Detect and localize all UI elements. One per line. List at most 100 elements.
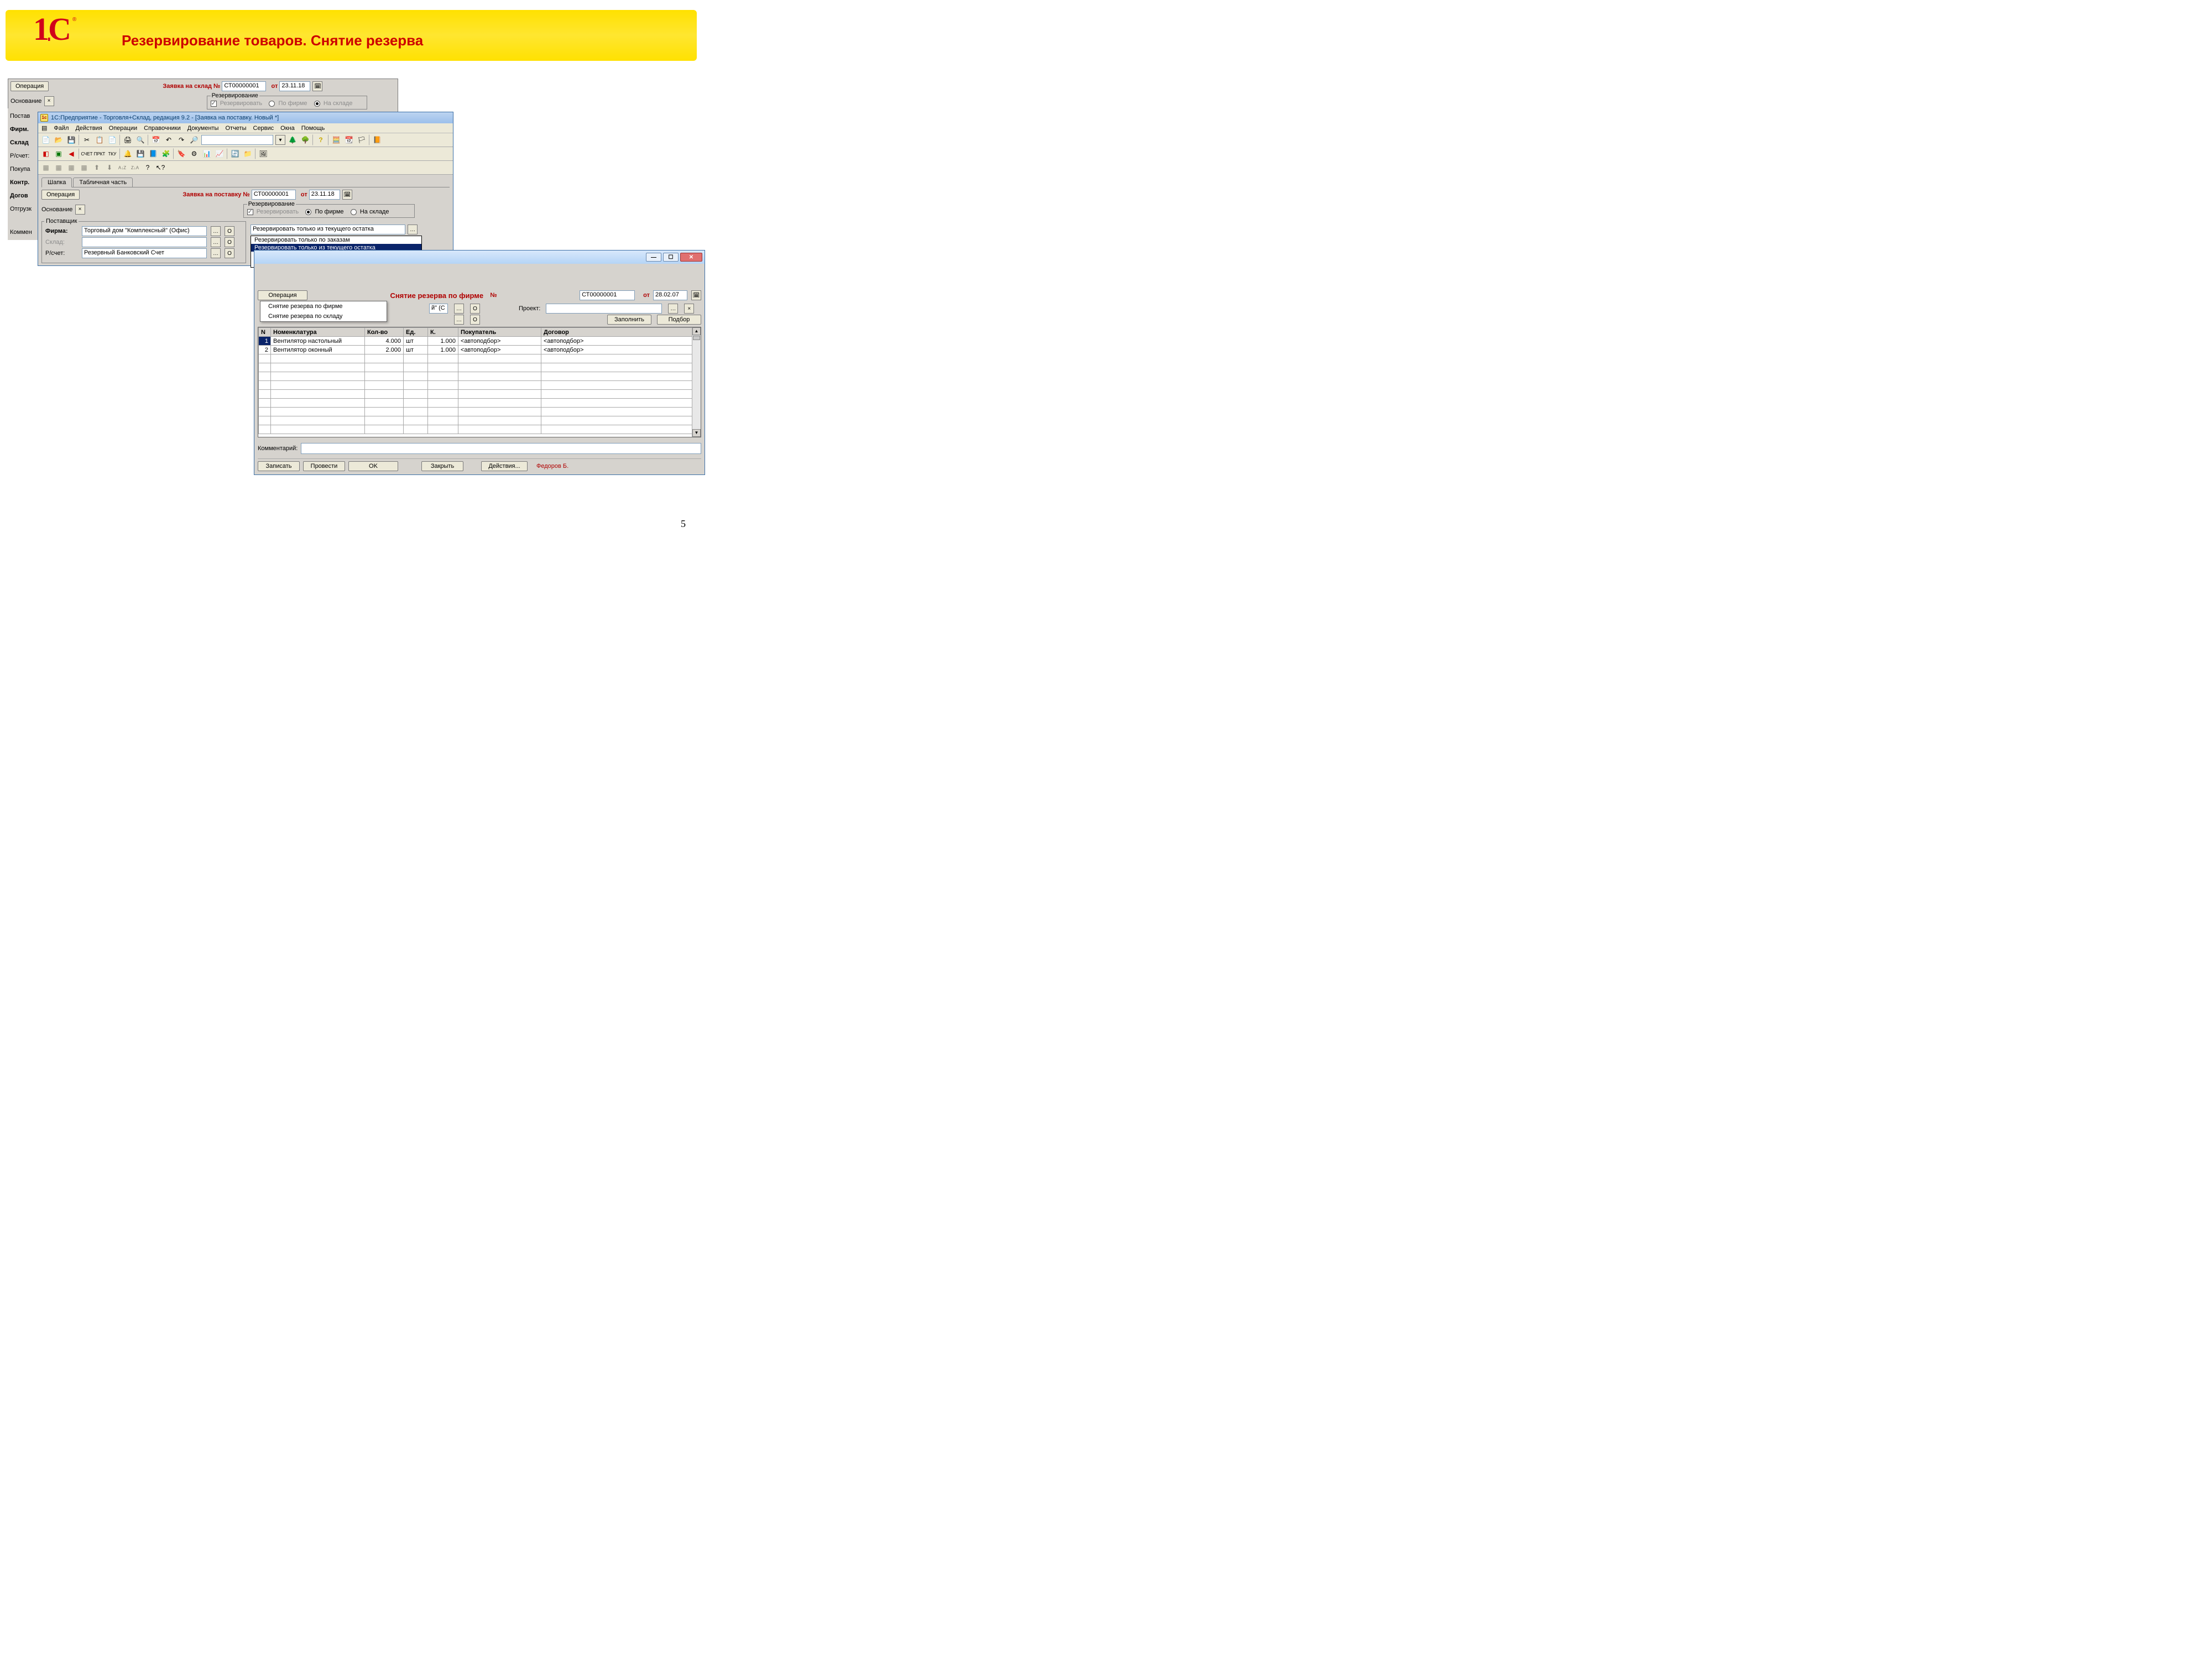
t2-acct3[interactable]: ТКУ [107, 148, 118, 159]
write-button[interactable]: Записать [258, 461, 300, 471]
actions-button[interactable]: Действия... [481, 461, 528, 471]
menu-item-remove-by-stock[interactable]: Снятие резерва по складу [260, 311, 387, 321]
reserve-mode-lookup-icon[interactable]: … [408, 225, 418, 234]
col-qty[interactable]: Кол-во [365, 328, 404, 337]
firm-open-icon[interactable]: O [470, 304, 480, 314]
firm-open-icon[interactable]: O [225, 226, 234, 236]
radio-on-stock[interactable] [314, 101, 320, 107]
project-clear-icon[interactable]: × [684, 304, 694, 314]
account-field[interactable]: Резервный Банковский Счет [82, 248, 207, 258]
account-lookup-icon[interactable]: … [211, 248, 221, 258]
t3-copy-row[interactable]: ▦ [53, 162, 64, 173]
secondary-open-icon[interactable]: O [470, 315, 480, 325]
cut-icon[interactable]: ✂ [81, 134, 92, 145]
search-field[interactable] [201, 135, 273, 145]
firm-suffix-field[interactable]: й" (С [429, 304, 448, 314]
scroll-down-icon[interactable]: ▼ [692, 429, 701, 437]
t3-down[interactable]: ⬇ [104, 162, 115, 173]
tree-icon[interactable]: 🌲 [287, 134, 298, 145]
project-lookup-icon[interactable]: … [668, 304, 678, 314]
t3-sort-za[interactable]: Z↓A [129, 162, 140, 173]
doc-date-field[interactable]: 23.11.18 [279, 81, 310, 91]
items-grid[interactable]: N Номенклатура Кол-во Ед. К. Покупатель … [258, 327, 701, 437]
t2-acct2[interactable]: ПРКТ [94, 148, 105, 159]
table-row[interactable] [259, 372, 701, 381]
col-k[interactable]: К. [428, 328, 458, 337]
copy-icon[interactable]: 📋 [94, 134, 105, 145]
table-row[interactable] [259, 390, 701, 399]
menu-item-remove-by-firm[interactable]: Снятие резерва по фирме [260, 301, 387, 311]
reserve-checkbox[interactable] [247, 209, 253, 215]
table-row[interactable] [259, 363, 701, 372]
scroll-up-icon[interactable]: ▲ [692, 327, 701, 335]
stock-lookup-icon[interactable]: … [211, 237, 221, 247]
t3-cursor-help[interactable]: ↖? [155, 162, 166, 173]
menu-refs[interactable]: Справочники [144, 125, 181, 132]
clear-basis-button[interactable]: × [44, 96, 54, 106]
table-row[interactable]: 1Вентилятор настольный4.000шт1.000<автоп… [259, 337, 701, 346]
t2-12[interactable]: 🔄 [229, 148, 241, 159]
radio-on-stock[interactable] [351, 209, 357, 215]
operation-popup-menu[interactable]: Снятие резерва по фирме Снятие резерва п… [260, 301, 387, 322]
undo-icon[interactable]: ↶ [163, 134, 174, 145]
operation-button[interactable]: Операция [11, 81, 49, 91]
post-button[interactable]: Провести [303, 461, 345, 471]
menu-operations[interactable]: Операции [109, 125, 137, 132]
secondary-lookup-icon[interactable]: … [454, 315, 464, 325]
doc-date-field[interactable]: 28.02.07 [653, 290, 687, 300]
pick-button[interactable]: Подбор [657, 315, 701, 325]
search-dropdown-icon[interactable]: ▾ [275, 135, 285, 145]
date-picker-icon[interactable]: 🗓 [691, 290, 701, 300]
firm-lookup-icon[interactable]: … [211, 226, 221, 236]
flag-icon[interactable]: 🏳 [356, 134, 367, 145]
col-contract[interactable]: Договор [541, 328, 701, 337]
calc-icon[interactable]: 🧮 [331, 134, 342, 145]
menu-service[interactable]: Сервис [253, 125, 274, 132]
close-doc-button[interactable]: Закрыть [421, 461, 463, 471]
reserve-mode-field[interactable]: Резервировать только из текущего остатка [251, 225, 405, 234]
stock-open-icon[interactable]: O [225, 237, 234, 247]
col-unit[interactable]: Ед. [404, 328, 428, 337]
menu-help[interactable]: Помощь [301, 125, 325, 132]
reserve-mode-option[interactable]: Резервировать только по заказам [251, 236, 421, 244]
menu-file[interactable]: Файл [54, 125, 69, 132]
t3-help[interactable]: ? [142, 162, 153, 173]
table-row[interactable] [259, 416, 701, 425]
clear-basis-button[interactable]: × [75, 205, 85, 215]
t2-7[interactable]: 🧩 [160, 148, 171, 159]
firm-lookup-icon[interactable]: … [454, 304, 464, 314]
tab-table[interactable]: Табличная часть [73, 178, 133, 187]
project-field[interactable] [546, 304, 662, 314]
t2-1[interactable]: ◧ [40, 148, 51, 159]
menu-windows[interactable]: Окна [280, 125, 295, 132]
radio-by-firm[interactable] [305, 209, 311, 215]
print-icon[interactable]: 🖨 [122, 134, 133, 145]
t2-8[interactable]: 🔖 [176, 148, 187, 159]
menu-reports[interactable]: Отчеты [225, 125, 246, 132]
ok-button[interactable]: OK [348, 461, 398, 471]
table-row[interactable] [259, 408, 701, 416]
t2-2[interactable]: ▣ [53, 148, 64, 159]
t2-11[interactable]: 📈 [214, 148, 225, 159]
minimize-button[interactable]: — [646, 253, 661, 262]
doc-number-field[interactable]: СТ00000001 [222, 81, 266, 91]
scroll-thumb[interactable] [693, 336, 700, 340]
redo-icon[interactable]: ↷ [176, 134, 187, 145]
reserve-checkbox[interactable] [211, 101, 217, 107]
menu-docs[interactable]: Документы [187, 125, 219, 132]
open-icon[interactable]: 📂 [53, 134, 64, 145]
table-row[interactable] [259, 425, 701, 434]
paste-icon[interactable]: 📄 [107, 134, 118, 145]
app-titlebar[interactable]: 1c 1С:Предприятие - Торговля+Склад, реда… [38, 112, 453, 123]
firm-field[interactable]: Торговый дом "Комплексный" (Офис) [82, 226, 207, 236]
menu-doc-icon[interactable]: ▤ [41, 124, 47, 132]
calendar-icon[interactable]: 📅 [150, 134, 161, 145]
doc-date-field[interactable]: 23.11.18 [309, 190, 340, 200]
new-icon[interactable]: 📄 [40, 134, 51, 145]
table-row[interactable] [259, 354, 701, 363]
tree2-icon[interactable]: 🌳 [300, 134, 311, 145]
find-icon[interactable]: 🔎 [189, 134, 200, 145]
date-icon[interactable]: 📆 [343, 134, 354, 145]
maximize-button[interactable]: ☐ [663, 253, 679, 262]
t2-14[interactable]: 🖼 [258, 148, 269, 159]
